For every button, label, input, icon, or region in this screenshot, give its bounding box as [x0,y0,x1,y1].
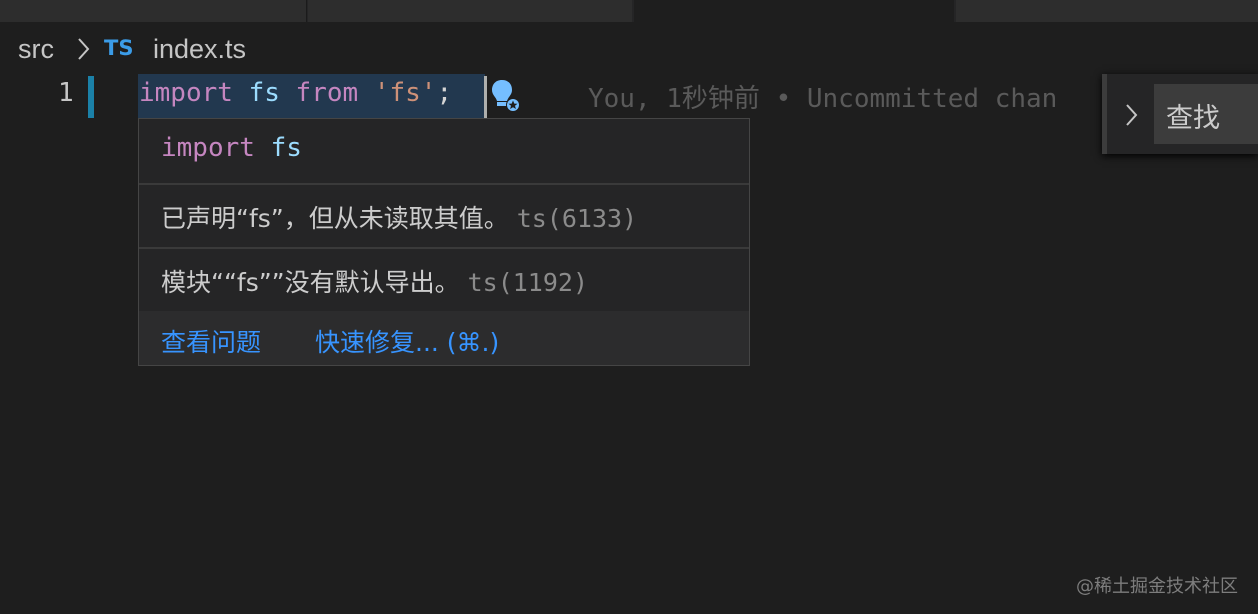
keyword-import: import [139,78,233,108]
string-literal: 'fs' [373,78,437,108]
view-problem-link[interactable]: 查看问题 [161,323,261,359]
editor-line[interactable]: 1 import fs from 'fs'; You, 1秒钟前 • Uncom… [0,74,1258,125]
diagnostic-message: 模块““fs””没有默认导出。 [161,268,460,297]
hover-widget: import fs 已声明“fs”，但从未读取其值。 ts(6133) 模块““… [138,118,750,366]
editor-tab-active[interactable] [634,0,954,22]
diagnostic-item: 已声明“fs”，但从未读取其值。 ts(6133) [139,185,749,247]
breadcrumb: src TS index.ts [0,22,1258,74]
dirty-diff-indicator[interactable] [88,76,94,118]
git-blame-annotation: You, 1秒钟前 • Uncommitted chan [588,84,1058,114]
semicolon: ; [436,78,453,108]
identifier-fs: fs [248,78,280,108]
typescript-file-icon: TS [104,36,134,60]
diagnostic-code: ts(1192) [467,268,589,297]
breadcrumb-folder[interactable]: src [18,34,54,65]
hover-signature: import fs [139,119,749,183]
editor-tab[interactable] [956,0,1258,22]
keyword-from: from [295,78,359,108]
lightbulb-autofix-icon[interactable] [490,78,522,118]
diagnostic-code: ts(6133) [516,204,638,233]
find-input-value: 查找 [1166,103,1220,134]
hover-status-bar: 查看问题 快速修复... (⌘.) [139,311,749,365]
chevron-right-icon [74,36,92,66]
find-input[interactable]: 查找 [1154,84,1258,144]
editor-tab[interactable] [308,0,632,22]
line-number: 1 [58,78,74,108]
watermark: @稀土掘金技术社区 [1076,576,1238,597]
hover-keyword: import [161,133,255,163]
diagnostic-item: 模块““fs””没有默认导出。 ts(1192) [139,249,749,311]
editor-tab[interactable] [0,0,306,22]
code-line[interactable]: import fs from 'fs'; [139,78,452,108]
breadcrumb-file[interactable]: index.ts [153,34,246,65]
tab-strip [0,0,1258,22]
quick-fix-link[interactable]: 快速修复... (⌘.) [315,323,499,359]
diagnostic-message: 已声明“fs”，但从未读取其值。 [161,204,509,233]
chevron-right-icon[interactable] [1122,102,1140,132]
find-widget: 查找 [1102,74,1258,154]
find-widget-resize-handle[interactable] [1102,74,1107,154]
hover-identifier: fs [270,133,302,163]
text-cursor [484,76,487,118]
tab-separator [306,0,307,22]
